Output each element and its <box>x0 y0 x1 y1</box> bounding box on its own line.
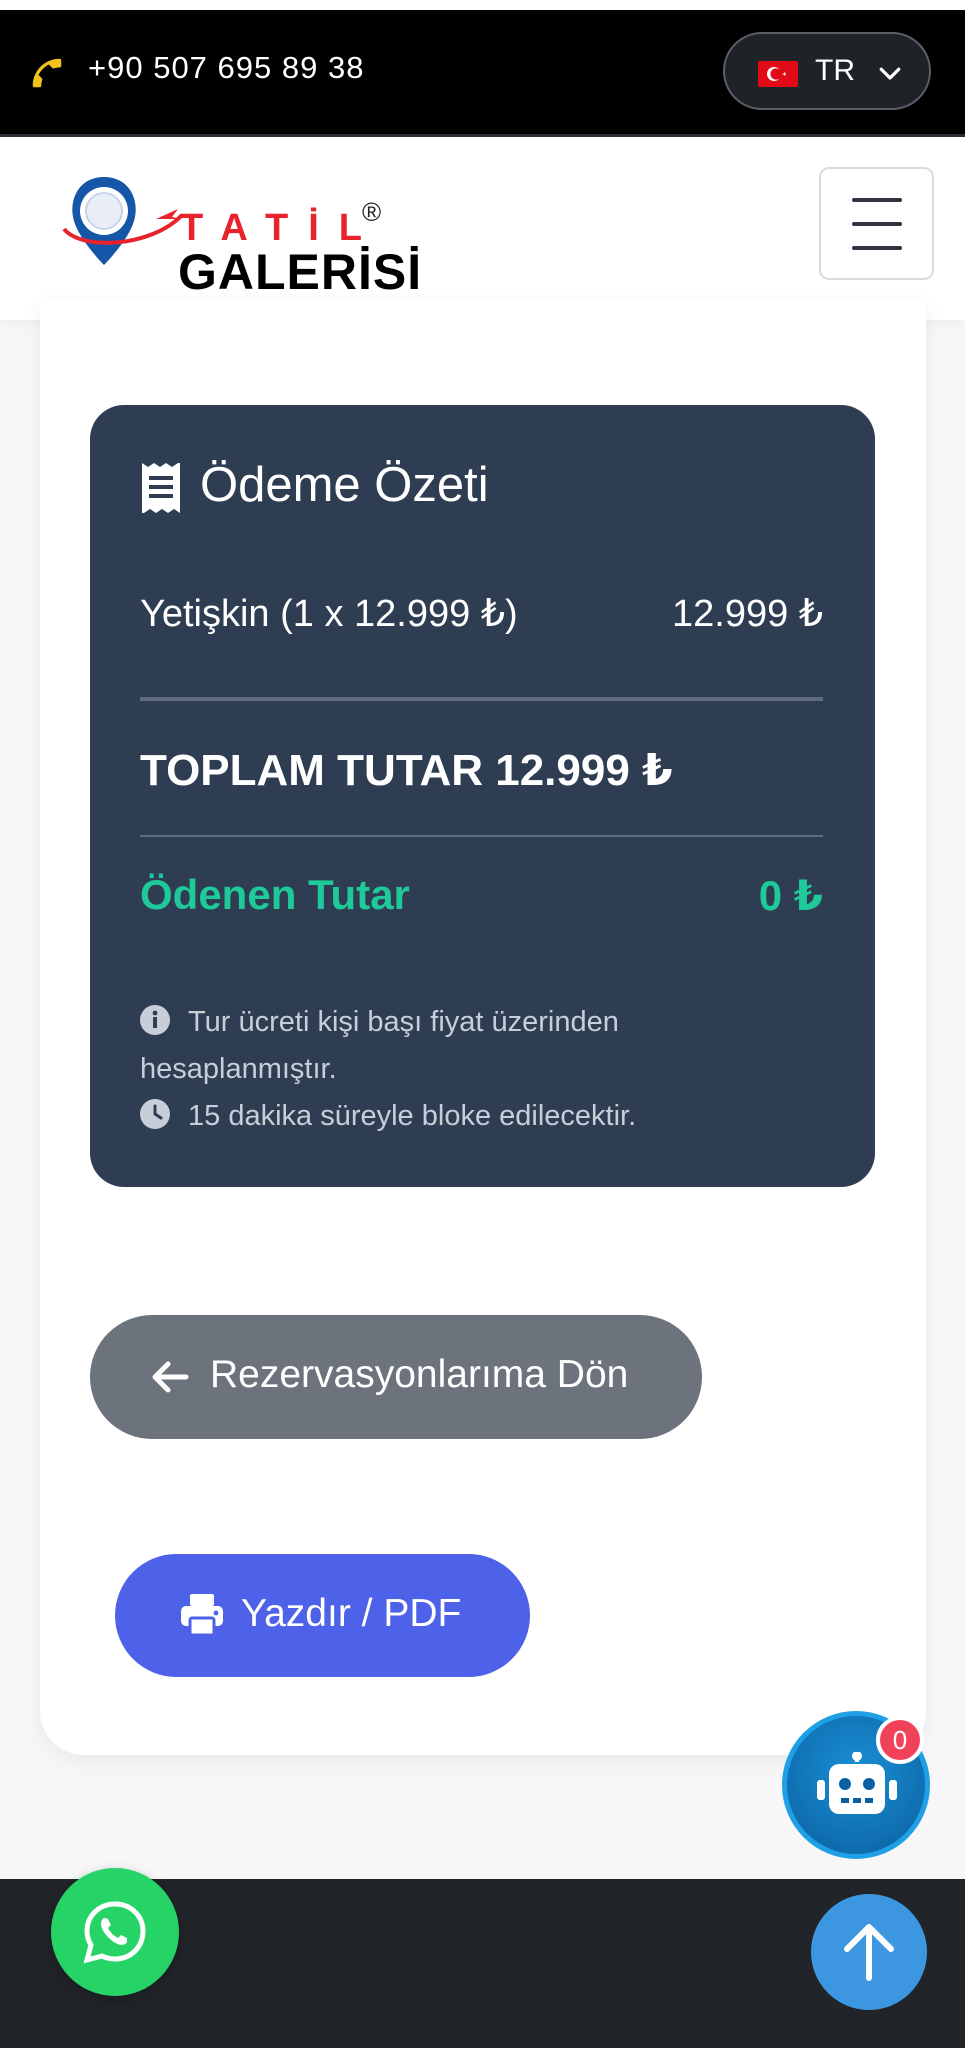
whatsapp-button[interactable] <box>51 1868 179 1996</box>
block-note-text: 15 dakika süreyle bloke edilecektir. <box>188 1100 637 1132</box>
phone-icon <box>32 58 62 88</box>
site-logo[interactable]: TATİL GALERİSİ ® <box>62 165 421 300</box>
divider <box>140 697 823 701</box>
adult-line-label: Yetişkin (1 x 12.999 ₺) <box>140 593 518 635</box>
robot-icon <box>817 1752 897 1814</box>
site-header: TATİL GALERİSİ ® <box>0 137 965 320</box>
arrow-left-icon <box>152 1361 189 1393</box>
info-icon <box>140 1005 170 1035</box>
summary-title: Ödeme Özeti <box>200 458 489 512</box>
payment-summary: Ödeme Özeti Yetişkin (1 x 12.999 ₺) 12.9… <box>90 405 875 1187</box>
turkey-flag-icon <box>758 61 798 87</box>
scroll-to-top-button[interactable] <box>811 1894 927 2010</box>
clock-icon <box>140 1099 170 1129</box>
hamburger-icon <box>852 198 902 202</box>
chevron-down-icon <box>879 67 901 80</box>
price-note: Tur ücreti kişi başı fiyat üzerinden hes… <box>140 999 760 1093</box>
back-button-label: Rezervasyonlarıma Dön <box>210 1353 629 1396</box>
paid-amount-label: Ödenen Tutar <box>140 871 410 918</box>
block-note: 15 dakika süreyle bloke edilecektir. <box>140 1093 760 1140</box>
paid-amount-value: 0 ₺ <box>758 872 823 919</box>
language-selector[interactable]: TR <box>723 32 931 110</box>
logo-word-galerisi: GALERİSİ <box>178 244 423 300</box>
print-button-label: Yazdır / PDF <box>241 1592 462 1635</box>
chatbot-notification-badge: 0 <box>876 1716 924 1764</box>
hamburger-menu-button[interactable] <box>819 167 934 280</box>
price-note-text: Tur ücreti kişi başı fiyat üzerinden hes… <box>140 1006 619 1085</box>
total-amount: TOPLAM TUTAR 12.999 ₺ <box>140 746 673 795</box>
status-strip <box>0 0 965 10</box>
back-to-reservations-button[interactable]: Rezervasyonlarıma Dön <box>90 1315 702 1439</box>
arrow-up-icon <box>844 1924 894 1981</box>
reservation-card: Ödeme Özeti Yetişkin (1 x 12.999 ₺) 12.9… <box>40 300 926 1755</box>
whatsapp-icon <box>83 1901 146 1964</box>
hamburger-line <box>852 246 902 250</box>
divider <box>140 835 823 837</box>
printer-icon <box>181 1594 223 1637</box>
registered-mark: ® <box>362 197 382 227</box>
top-contact-bar: +90 507 695 89 38 TR <box>0 10 965 137</box>
globe-pin-icon <box>62 177 184 265</box>
adult-line-value: 12.999 ₺ <box>672 593 823 635</box>
phone-number[interactable]: +90 507 695 89 38 <box>88 50 364 86</box>
hamburger-line <box>852 222 902 226</box>
receipt-icon <box>142 463 180 513</box>
print-pdf-button[interactable]: Yazdır / PDF <box>115 1554 530 1677</box>
language-code: TR <box>815 54 855 87</box>
